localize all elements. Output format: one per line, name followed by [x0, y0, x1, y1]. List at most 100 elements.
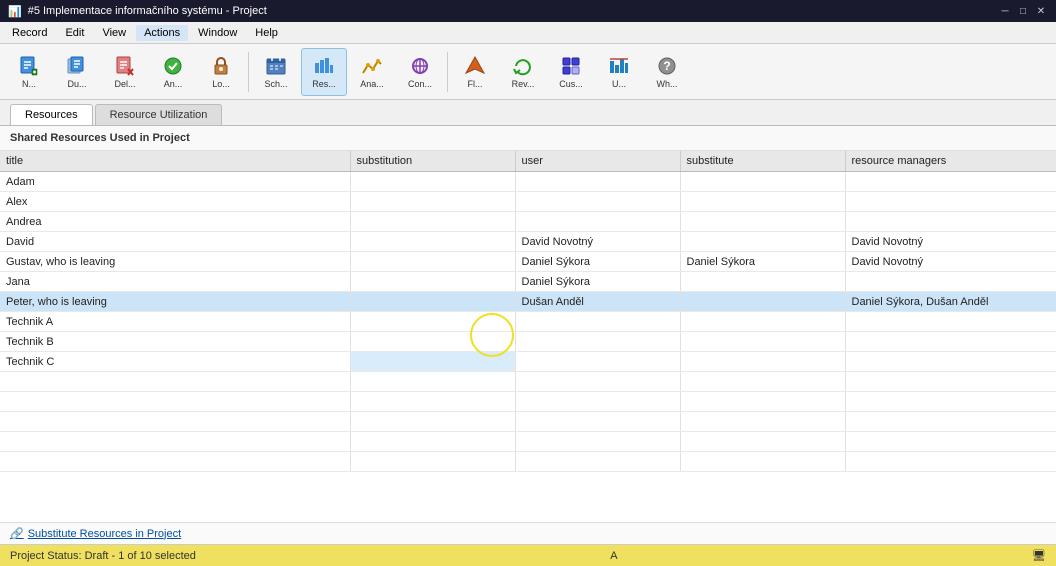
toolbar-loc-button[interactable]: Lo... — [198, 48, 244, 96]
cell-title-12 — [0, 412, 350, 432]
cell-user-5: Daniel Sýkora — [515, 272, 680, 292]
cell-title-5: Jana — [0, 272, 350, 292]
cell-title-8: Technik B — [0, 332, 350, 352]
table-row[interactable] — [0, 452, 1056, 472]
toolbar-ana-button[interactable]: Ana... — [349, 48, 395, 96]
del-label: Del... — [114, 80, 135, 90]
res-icon — [312, 54, 336, 78]
ann-label: An... — [164, 80, 183, 90]
tab-resources[interactable]: Resources — [10, 104, 93, 125]
menu-view[interactable]: View — [94, 25, 134, 41]
cell-substitute-1 — [680, 192, 845, 212]
con-icon — [408, 54, 432, 78]
cell-managers-1 — [845, 192, 1056, 212]
cell-substitution-7 — [350, 312, 515, 332]
toolbar-cus-button[interactable]: Cus... — [548, 48, 594, 96]
toolbar: N... Du... Del... An... Lo... Sch... — [0, 44, 1056, 100]
toolbar-fly-button[interactable]: Fl... — [452, 48, 498, 96]
toolbar-ann-button[interactable]: An... — [150, 48, 196, 96]
table-row[interactable]: Technik C — [0, 352, 1056, 372]
cell-managers-3: David Novotný — [845, 232, 1056, 252]
main-wrapper: Resources Resource Utilization Shared Re… — [0, 100, 1056, 544]
toolbar-res-button[interactable]: Res... — [301, 48, 347, 96]
toolbar-wha-button[interactable]: ? Wh... — [644, 48, 690, 96]
table-row[interactable] — [0, 412, 1056, 432]
toolbar-del-button[interactable]: Del... — [102, 48, 148, 96]
minimize-button[interactable]: ─ — [998, 4, 1012, 18]
toolbar-uti-button[interactable]: U... — [596, 48, 642, 96]
table-row[interactable] — [0, 392, 1056, 412]
col-title-header: title — [0, 151, 350, 172]
cell-substitute-4: Daniel Sýkora — [680, 252, 845, 272]
cell-substitution-5 — [350, 272, 515, 292]
cell-managers-7 — [845, 312, 1056, 332]
new-icon — [17, 54, 41, 78]
rev-label: Rev... — [512, 80, 535, 90]
toolbar-sch-button[interactable]: Sch... — [253, 48, 299, 96]
wha-icon: ? — [655, 54, 679, 78]
toolbar-con-button[interactable]: Con... — [397, 48, 443, 96]
cell-substitute-5 — [680, 272, 845, 292]
cell-managers-11 — [845, 392, 1056, 412]
table-row[interactable]: Technik B — [0, 332, 1056, 352]
cell-substitute-3 — [680, 232, 845, 252]
cell-substitute-6 — [680, 292, 845, 312]
table-row[interactable]: Gustav, who is leavingDaniel SýkoraDanie… — [0, 252, 1056, 272]
table-row[interactable] — [0, 432, 1056, 452]
cell-user-11 — [515, 392, 680, 412]
dup-icon — [65, 54, 89, 78]
con-label: Con... — [408, 80, 432, 90]
cus-icon — [559, 54, 583, 78]
resource-table-container[interactable]: title substitution user substitute resou… — [0, 151, 1056, 522]
toolbar-rev-button[interactable]: Rev... — [500, 48, 546, 96]
table-row[interactable]: Jana Daniel Sýkora — [0, 272, 1056, 292]
cell-user-13 — [515, 432, 680, 452]
substitute-resources-link[interactable]: 🔗 Substitute Resources in Project — [0, 522, 1056, 544]
cell-title-2: Andrea — [0, 212, 350, 232]
menu-edit[interactable]: Edit — [57, 25, 92, 41]
menu-help[interactable]: Help — [247, 25, 286, 41]
cell-title-11 — [0, 392, 350, 412]
menu-actions[interactable]: Actions — [136, 25, 188, 41]
cell-user-6: Dušan Anděl — [515, 292, 680, 312]
svg-text:?: ? — [663, 59, 670, 73]
cell-substitution-12 — [350, 412, 515, 432]
cell-substitute-7 — [680, 312, 845, 332]
cell-user-2 — [515, 212, 680, 232]
cell-substitution-8 — [350, 332, 515, 352]
cell-user-1 — [515, 192, 680, 212]
col-substitute-header: substitute — [680, 151, 845, 172]
section-title: Shared Resources Used in Project — [0, 126, 1056, 151]
toolbar-sep-2 — [447, 52, 448, 92]
cell-substitution-14 — [350, 452, 515, 472]
table-row[interactable]: Adam — [0, 172, 1056, 192]
cell-substitution-13 — [350, 432, 515, 452]
toolbar-new-button[interactable]: N... — [6, 48, 52, 96]
menu-window[interactable]: Window — [190, 25, 245, 41]
cell-substitution-4 — [350, 252, 515, 272]
table-row[interactable]: Alex — [0, 192, 1056, 212]
loc-icon — [209, 54, 233, 78]
menu-record[interactable]: Record — [4, 25, 55, 41]
title-bar: 📊 #5 Implementace informačního systému -… — [0, 0, 1056, 22]
cell-substitute-11 — [680, 392, 845, 412]
table-row[interactable]: Peter, who is leavingDušan AndělDaniel S… — [0, 292, 1056, 312]
close-button[interactable]: ✕ — [1034, 4, 1048, 18]
uti-label: U... — [612, 80, 626, 90]
table-row[interactable]: DavidDavid NovotnýDavid Novotný — [0, 232, 1056, 252]
cus-label: Cus... — [559, 80, 583, 90]
cell-managers-5 — [845, 272, 1056, 292]
table-row[interactable]: Technik A — [0, 312, 1056, 332]
col-substitution-header: substitution — [350, 151, 515, 172]
cell-title-7: Technik A — [0, 312, 350, 332]
toolbar-sep-1 — [248, 52, 249, 92]
title-bar-left: 📊 #5 Implementace informačního systému -… — [8, 5, 267, 18]
cell-substitution-0 — [350, 172, 515, 192]
tab-resource-utilization[interactable]: Resource Utilization — [95, 104, 223, 125]
cell-user-4: Daniel Sýkora — [515, 252, 680, 272]
toolbar-dup-button[interactable]: Du... — [54, 48, 100, 96]
table-row[interactable]: Andrea — [0, 212, 1056, 232]
cell-substitute-12 — [680, 412, 845, 432]
maximize-button[interactable]: □ — [1016, 4, 1030, 18]
table-row[interactable] — [0, 372, 1056, 392]
